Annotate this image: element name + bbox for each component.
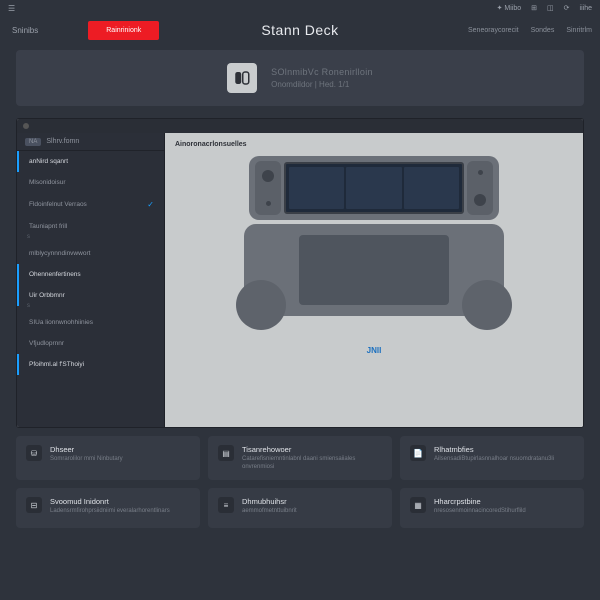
card-title: Dhseer [50, 445, 123, 454]
card-subtitle: Somrarolilor mmi Ninbutary [50, 456, 123, 464]
card-body: Rlhatmbfies AilsensadiBtupirlasnnalhoar n… [434, 445, 554, 464]
sidebar-item-2[interactable]: Fldoinfelnut Verraos ✓ [17, 193, 164, 216]
card-title: Rlhatmbfies [434, 445, 554, 454]
card-body: Dhmubhuihsr aemmofmetnttuibnrit [242, 497, 297, 516]
card-title: Svoomud Inidonrt [50, 497, 170, 506]
settings-sidebar: NA Slhrv.fomn anNird sqanrt Mlsonidoisur F… [17, 133, 165, 427]
sidebar-item-label: Mlsonidoisur [29, 179, 66, 186]
sidebar-item-label: Pfoihml.al f'SThoiyi [29, 361, 84, 368]
header: Sninibs Rainrinionk Stann Deck Seneorayc… [0, 16, 600, 50]
sidebar-badge: NA [25, 138, 41, 146]
sidebar-sub: s [17, 234, 164, 240]
feature-card-cards1-2[interactable]: 📄 Rlhatmbfies AilsensadiBtupirlasnnalhoar … [400, 436, 584, 480]
card-title: Dhmubhuihsr [242, 497, 297, 506]
main-body: NA Slhrv.fomn anNird sqanrt Mlsonidoisur F… [17, 133, 583, 427]
sidebar-item-7[interactable]: SIUa lionnwnohhiinies [17, 312, 164, 333]
sidebar-header-text: Slhrv.fomn [46, 138, 79, 145]
card-body: Dhseer Somrarolilor mmi Ninbutary [50, 445, 123, 464]
viewport-tag[interactable]: JNlI [367, 346, 382, 355]
check-icon: ✓ [147, 200, 154, 209]
sidebar-item-4[interactable]: mlblycynnndinvwwort [17, 243, 164, 264]
card-icon: ≡ [218, 497, 234, 513]
topbar-link-3[interactable]: ⟳ [564, 4, 570, 12]
topbar-link-0[interactable]: ✦ Miibo [497, 4, 522, 12]
topbar-left: ☰ [8, 4, 15, 13]
device-bottom-screen [299, 235, 449, 305]
card-subtitle: aemmofmetnttuibnrit [242, 508, 297, 516]
card-subtitle: Catarefisniemntinlabnl daani smiensaiial… [242, 456, 382, 472]
card-icon: ⛁ [26, 445, 42, 461]
sidebar-item-1[interactable]: Mlsonidoisur [17, 172, 164, 193]
topbar-link-2[interactable]: ◫ [547, 4, 554, 12]
feature-card-cards2-1[interactable]: ≡ Dhmubhuihsr aemmofmetnttuibnrit [208, 488, 392, 528]
cta-button[interactable]: Rainrinionk [88, 21, 159, 40]
preview-viewport: Ainoronacrlonsuelles JNlI [165, 133, 583, 427]
grip-left [236, 280, 286, 330]
card-body: Hharcrpstbine nresosenmoinnacincoredStihu… [434, 497, 526, 516]
card-title: Hharcrpstbine [434, 497, 526, 506]
sidebar-item-label: Tauniapnt frill [29, 223, 67, 230]
sidebar-item-5[interactable]: Ohennenfertinens [17, 264, 164, 285]
joycon-right [467, 161, 493, 215]
nav-tab[interactable]: Sninibs [8, 24, 42, 37]
device-render [239, 156, 509, 336]
card-icon: ▦ [410, 497, 426, 513]
topbar-right: ✦ Miibo ⊞ ◫ ⟳ iiihe [497, 4, 592, 12]
topbar: ☰ ✦ Miibo ⊞ ◫ ⟳ iiihe [0, 0, 600, 16]
header-link-1[interactable]: Sondes [531, 27, 555, 34]
banner-text: SOlnmibVc Ronenirlloin Onomdildor | Hed.… [271, 67, 373, 89]
sidebar-item-label: mlblycynnndinvwwort [29, 250, 90, 257]
header-right: Seneoraycorecit Sondes Sinritrlm [468, 27, 592, 34]
main-panel: NA Slhrv.fomn anNird sqanrt Mlsonidoisur F… [16, 118, 584, 428]
sidebar-item-label: Ohennenfertinens [29, 271, 81, 278]
card-body: Tisanrehowoer Catarefisniemntinlabnl daan… [242, 445, 382, 472]
page-title: Stann Deck [261, 22, 338, 38]
nav-left: Sninibs [8, 24, 42, 37]
grip-right [462, 280, 512, 330]
banner-line2: Onomdildor | Hed. 1/1 [271, 80, 373, 89]
sidebar-sub: s [17, 303, 164, 309]
sidebar-item-8[interactable]: Vfjudloprnnr [17, 333, 164, 354]
card-body: Svoomud Inidonrt Ladensrmfirohprsiidniimi… [50, 497, 170, 516]
feature-card-cards2-2[interactable]: ▦ Hharcrpstbine nresosenmoinnacincoredStih… [400, 488, 584, 528]
header-link-2[interactable]: Sinritrlm [566, 27, 592, 34]
card-subtitle: Ladensrmfirohprsiidniimi everalarhorentl… [50, 508, 170, 516]
card-subtitle: AilsensadiBtupirlasnnalhoar nsuomdratanu… [434, 456, 554, 464]
device-top [249, 156, 499, 220]
card-icon: ⊟ [26, 497, 42, 513]
banner-line1: SOlnmibVc Ronenirlloin [271, 67, 373, 77]
device-bottom [244, 224, 504, 316]
sidebar-item-label: Vfjudloprnnr [29, 340, 64, 347]
device-top-screen [284, 162, 464, 214]
feature-cards-row1: ⛁ Dhseer Somrarolilor mmi Ninbutary ▤ Tisanr… [16, 436, 584, 480]
feature-cards-row2: ⊟ Svoomud Inidonrt Ladensrmfirohprsiidniim… [16, 488, 584, 528]
header-link-0[interactable]: Seneoraycorecit [468, 27, 519, 34]
viewport-label: Ainoronacrlonsuelles [175, 141, 247, 148]
window-dot [23, 123, 29, 129]
sidebar-item-label: anNird sqanrt [29, 158, 68, 165]
topbar-link-4[interactable]: iiihe [580, 5, 592, 12]
card-icon: 📄 [410, 445, 426, 461]
feature-card-cards1-0[interactable]: ⛁ Dhseer Somrarolilor mmi Ninbutary [16, 436, 200, 480]
topbar-link-1[interactable]: ⊞ [531, 4, 537, 12]
window-titlebar [17, 119, 583, 133]
joycon-left [255, 161, 281, 215]
console-icon [227, 63, 257, 93]
sidebar-item-label: Uir Orbbmnr [29, 292, 65, 299]
card-title: Tisanrehowoer [242, 445, 382, 454]
sidebar-header: NA Slhrv.fomn [17, 133, 164, 151]
announcement-banner: SOlnmibVc Ronenirlloin Onomdildor | Hed.… [16, 50, 584, 106]
sidebar-item-label: SIUa lionnwnohhiinies [29, 319, 93, 326]
feature-card-cards1-1[interactable]: ▤ Tisanrehowoer Catarefisniemntinlabnl daa… [208, 436, 392, 480]
sidebar-item-label: Fldoinfelnut Verraos [29, 201, 87, 208]
feature-card-cards2-0[interactable]: ⊟ Svoomud Inidonrt Ladensrmfirohprsiidniim… [16, 488, 200, 528]
menu-icon[interactable]: ☰ [8, 4, 15, 13]
card-icon: ▤ [218, 445, 234, 461]
sidebar-item-9[interactable]: Pfoihml.al f'SThoiyi [17, 354, 164, 375]
sidebar-item-0[interactable]: anNird sqanrt [17, 151, 164, 172]
card-subtitle: nresosenmoinnacincoredStihurflild [434, 508, 526, 516]
